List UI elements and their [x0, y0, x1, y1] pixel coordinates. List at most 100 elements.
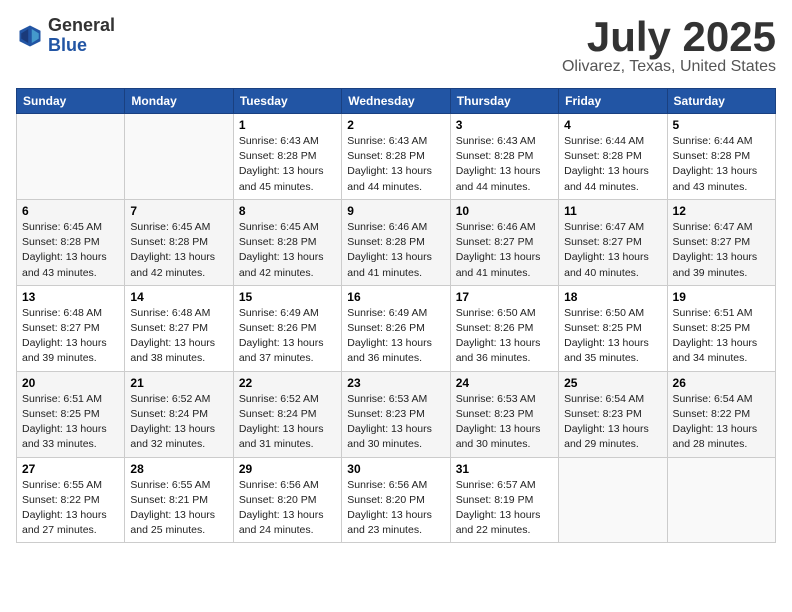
day-number: 6	[22, 204, 119, 218]
logo-blue-text: Blue	[48, 36, 115, 56]
day-number: 28	[130, 462, 227, 476]
day-number: 30	[347, 462, 444, 476]
day-number: 10	[456, 204, 553, 218]
day-number: 5	[673, 118, 770, 132]
day-number: 11	[564, 204, 661, 218]
day-info: Sunrise: 6:50 AM Sunset: 8:26 PM Dayligh…	[456, 306, 553, 367]
calendar-cell: 19Sunrise: 6:51 AM Sunset: 8:25 PM Dayli…	[667, 285, 775, 371]
calendar-cell: 29 Sunrise: 6:56 AM Sunset: 8:20 PM Dayli…	[233, 457, 341, 543]
col-header-tuesday: Tuesday	[233, 89, 341, 114]
day-number: 23	[347, 376, 444, 390]
calendar-cell: 28 Sunrise: 6:55 AM Sunset: 8:21 PM Dayli…	[125, 457, 233, 543]
day-number: 14	[130, 290, 227, 304]
day-info: Sunrise: 6:51 AM Sunset: 8:25 PM Dayligh…	[22, 392, 119, 453]
calendar-week-3: 13 Sunrise: 6:48 AM Sunset: 8:27 PM Dayli…	[17, 285, 776, 371]
calendar-week-1: 1 Sunrise: 6:43 AM Sunset: 8:28 PM Daylig…	[17, 114, 776, 200]
calendar-cell: 2 Sunrise: 6:43 AM Sunset: 8:28 PM Daylig…	[342, 114, 450, 200]
calendar-cell: 3Sunrise: 6:43 AM Sunset: 8:28 PM Daylig…	[450, 114, 558, 200]
page-header: General Blue July 2025 Olivarez, Texas, …	[16, 16, 776, 76]
calendar-cell: 18 Sunrise: 6:50 AM Sunset: 8:25 PM Dayli…	[559, 285, 667, 371]
day-info: Sunrise: 6:48 AM Sunset: 8:27 PM Dayligh…	[22, 306, 119, 367]
calendar-cell: 25 Sunrise: 6:54 AM Sunset: 8:23 PM Dayli…	[559, 371, 667, 457]
day-info: Sunrise: 6:56 AM Sunset: 8:20 PM Dayligh…	[239, 478, 336, 539]
calendar-cell: 12 Sunrise: 6:47 AM Sunset: 8:27 PM Dayli…	[667, 199, 775, 285]
day-info: Sunrise: 6:47 AM Sunset: 8:27 PM Dayligh…	[673, 220, 770, 281]
month-title: July 2025	[562, 16, 776, 58]
calendar-cell: 14 Sunrise: 6:48 AM Sunset: 8:27 PM Dayli…	[125, 285, 233, 371]
day-info: Sunrise: 6:44 AM Sunset: 8:28 PM Dayligh…	[564, 134, 661, 195]
day-info: Sunrise: 6:53 AM Sunset: 8:23 PM Dayligh…	[456, 392, 553, 453]
day-info: Sunrise: 6:51 AM Sunset: 8:25 PM Dayligh…	[673, 306, 770, 367]
col-header-wednesday: Wednesday	[342, 89, 450, 114]
calendar-cell	[667, 457, 775, 543]
logo-icon	[16, 22, 44, 50]
calendar-cell: 6 Sunrise: 6:45 AM Sunset: 8:28 PM Daylig…	[17, 199, 125, 285]
calendar-cell: 23Sunrise: 6:53 AM Sunset: 8:23 PM Dayli…	[342, 371, 450, 457]
day-number: 2	[347, 118, 444, 132]
day-info: Sunrise: 6:43 AM Sunset: 8:28 PM Dayligh…	[239, 134, 336, 195]
day-number: 31	[456, 462, 553, 476]
calendar-cell: 11Sunrise: 6:47 AM Sunset: 8:27 PM Dayli…	[559, 199, 667, 285]
day-number: 16	[347, 290, 444, 304]
col-header-saturday: Saturday	[667, 89, 775, 114]
calendar-cell: 7 Sunrise: 6:45 AM Sunset: 8:28 PM Daylig…	[125, 199, 233, 285]
day-info: Sunrise: 6:45 AM Sunset: 8:28 PM Dayligh…	[130, 220, 227, 281]
logo-general-text: General	[48, 16, 115, 36]
day-info: Sunrise: 6:46 AM Sunset: 8:28 PM Dayligh…	[347, 220, 444, 281]
day-info: Sunrise: 6:46 AM Sunset: 8:27 PM Dayligh…	[456, 220, 553, 281]
day-number: 1	[239, 118, 336, 132]
calendar-cell	[17, 114, 125, 200]
day-info: Sunrise: 6:44 AM Sunset: 8:28 PM Dayligh…	[673, 134, 770, 195]
calendar-cell: 16 Sunrise: 6:49 AM Sunset: 8:26 PM Dayli…	[342, 285, 450, 371]
day-number: 20	[22, 376, 119, 390]
calendar-cell: 24 Sunrise: 6:53 AM Sunset: 8:23 PM Dayli…	[450, 371, 558, 457]
day-info: Sunrise: 6:48 AM Sunset: 8:27 PM Dayligh…	[130, 306, 227, 367]
calendar-cell	[559, 457, 667, 543]
col-header-thursday: Thursday	[450, 89, 558, 114]
day-info: Sunrise: 6:54 AM Sunset: 8:22 PM Dayligh…	[673, 392, 770, 453]
calendar-cell: 10 Sunrise: 6:46 AM Sunset: 8:27 PM Dayli…	[450, 199, 558, 285]
day-number: 12	[673, 204, 770, 218]
day-number: 7	[130, 204, 227, 218]
day-info: Sunrise: 6:57 AM Sunset: 8:19 PM Dayligh…	[456, 478, 553, 539]
calendar-cell: 5 Sunrise: 6:44 AM Sunset: 8:28 PM Daylig…	[667, 114, 775, 200]
calendar-cell: 13 Sunrise: 6:48 AM Sunset: 8:27 PM Dayli…	[17, 285, 125, 371]
day-info: Sunrise: 6:55 AM Sunset: 8:21 PM Dayligh…	[130, 478, 227, 539]
calendar-cell: 15Sunrise: 6:49 AM Sunset: 8:26 PM Dayli…	[233, 285, 341, 371]
day-info: Sunrise: 6:54 AM Sunset: 8:23 PM Dayligh…	[564, 392, 661, 453]
day-number: 25	[564, 376, 661, 390]
calendar-week-4: 20 Sunrise: 6:51 AM Sunset: 8:25 PM Dayli…	[17, 371, 776, 457]
day-info: Sunrise: 6:49 AM Sunset: 8:26 PM Dayligh…	[239, 306, 336, 367]
day-info: Sunrise: 6:45 AM Sunset: 8:28 PM Dayligh…	[22, 220, 119, 281]
calendar-cell: 26Sunrise: 6:54 AM Sunset: 8:22 PM Dayli…	[667, 371, 775, 457]
day-number: 29	[239, 462, 336, 476]
day-number: 21	[130, 376, 227, 390]
calendar-cell: 1 Sunrise: 6:43 AM Sunset: 8:28 PM Daylig…	[233, 114, 341, 200]
calendar-cell: 4 Sunrise: 6:44 AM Sunset: 8:28 PM Daylig…	[559, 114, 667, 200]
day-number: 13	[22, 290, 119, 304]
col-header-sunday: Sunday	[17, 89, 125, 114]
calendar-table: SundayMondayTuesdayWednesdayThursdayFrid…	[16, 88, 776, 543]
day-info: Sunrise: 6:55 AM Sunset: 8:22 PM Dayligh…	[22, 478, 119, 539]
day-number: 24	[456, 376, 553, 390]
day-info: Sunrise: 6:50 AM Sunset: 8:25 PM Dayligh…	[564, 306, 661, 367]
day-number: 22	[239, 376, 336, 390]
day-number: 4	[564, 118, 661, 132]
location: Olivarez, Texas, United States	[562, 58, 776, 76]
calendar-cell: 21Sunrise: 6:52 AM Sunset: 8:24 PM Dayli…	[125, 371, 233, 457]
day-number: 17	[456, 290, 553, 304]
calendar-cell: 27Sunrise: 6:55 AM Sunset: 8:22 PM Dayli…	[17, 457, 125, 543]
day-number: 18	[564, 290, 661, 304]
day-info: Sunrise: 6:52 AM Sunset: 8:24 PM Dayligh…	[239, 392, 336, 453]
day-info: Sunrise: 6:45 AM Sunset: 8:28 PM Dayligh…	[239, 220, 336, 281]
calendar-week-2: 6 Sunrise: 6:45 AM Sunset: 8:28 PM Daylig…	[17, 199, 776, 285]
calendar-cell: 31 Sunrise: 6:57 AM Sunset: 8:19 PM Dayli…	[450, 457, 558, 543]
calendar-cell: 17 Sunrise: 6:50 AM Sunset: 8:26 PM Dayli…	[450, 285, 558, 371]
calendar-cell: 30Sunrise: 6:56 AM Sunset: 8:20 PM Dayli…	[342, 457, 450, 543]
day-info: Sunrise: 6:49 AM Sunset: 8:26 PM Dayligh…	[347, 306, 444, 367]
calendar-cell: 22 Sunrise: 6:52 AM Sunset: 8:24 PM Dayli…	[233, 371, 341, 457]
calendar-header-row: SundayMondayTuesdayWednesdayThursdayFrid…	[17, 89, 776, 114]
day-info: Sunrise: 6:43 AM Sunset: 8:28 PM Dayligh…	[347, 134, 444, 195]
day-number: 8	[239, 204, 336, 218]
logo: General Blue	[16, 16, 115, 56]
